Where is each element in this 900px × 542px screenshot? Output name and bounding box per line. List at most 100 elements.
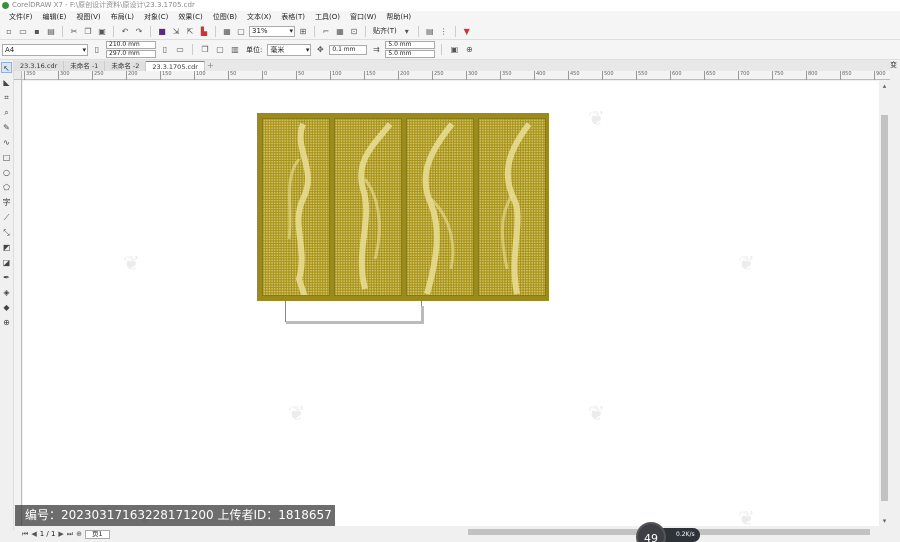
all-pages-icon[interactable]: ❐ [199,44,211,56]
print-icon[interactable]: ▤ [45,25,57,37]
launch-icon[interactable]: ▼ [461,25,473,37]
nudge-distance-field[interactable]: 0.1 mm [329,44,368,55]
drop-shadow-icon[interactable]: ◩ [1,242,12,253]
parallel-dimension-icon[interactable]: ⟋ [1,212,12,223]
freehand-tool-icon[interactable]: ✎ [1,122,12,133]
add-page-icon[interactable]: ⊕ [463,44,475,56]
cut-icon[interactable]: ✂ [68,25,80,37]
full-screen-icon[interactable]: ⊞ [297,25,309,37]
page-tab[interactable]: 页1 [85,529,110,539]
vertical-scroll-thumb[interactable] [881,115,888,501]
screen-panel-2[interactable] [334,118,402,296]
drawing-canvas[interactable]: ❦ ❦ ❦ ❦ ❦ ❦ ❦ ❦ [23,81,879,526]
connector-tool-icon[interactable]: ⤡ [1,227,12,238]
units-select[interactable]: 毫米 [267,43,312,56]
screen-panel-3[interactable] [406,118,474,296]
last-page-icon[interactable]: ⏭ [67,530,73,539]
upload-watermark: 编号：20230317163228171200 上传者ID：1818657 [15,505,335,526]
rectangle-tool-icon[interactable]: □ [1,152,12,163]
polygon-tool-icon[interactable]: ⬠ [1,182,12,193]
screen-panel-1[interactable] [262,118,330,296]
portrait-icon[interactable]: ▯ [159,44,171,56]
welcome-screen-icon[interactable]: ▢ [235,25,247,37]
add-tool-icon[interactable]: ⊕ [1,317,12,328]
options-icon[interactable]: ▤ [424,25,436,37]
vertical-scrollbar[interactable]: ▴ ▾ [879,81,890,526]
page-height-field[interactable]: 297.0 mm [106,50,156,58]
add-tab-icon[interactable]: + [205,61,216,71]
tab-document-1[interactable]: 23.3.16.cdr [14,61,65,71]
pick-tool-icon[interactable]: ↖ [1,62,12,73]
snap-to-menu[interactable]: 贴齐(T) [371,26,399,36]
crop-tool-icon[interactable]: ⌗ [1,92,12,103]
zoom-tool-icon[interactable]: ⌕ [1,107,12,118]
ruler-tick: 100 [194,71,206,80]
ellipse-tool-icon[interactable]: ○ [1,167,12,178]
menu-effects[interactable]: 效果(C) [173,11,207,23]
landscape-icon[interactable]: ▭ [174,44,186,56]
menu-table[interactable]: 表格(T) [276,11,310,23]
screen-panel-4[interactable] [478,118,546,296]
import-icon[interactable]: ⇲ [170,25,182,37]
tab-document-active[interactable]: 23.3.1705.cdr [146,61,205,71]
new-document-icon[interactable]: ▫ [3,25,15,37]
menu-file[interactable]: 文件(F) [4,11,38,23]
transparency-tool-icon[interactable]: ◪ [1,257,12,268]
show-guidelines-icon[interactable]: ⊡ [348,25,360,37]
tab-document-3[interactable]: 未命名 -2 [105,61,147,71]
ruler-origin[interactable] [14,71,22,80]
save-icon[interactable]: ▪ [31,25,43,37]
menu-help[interactable]: 帮助(H) [381,11,416,23]
previous-page-icon[interactable]: ◀ [31,530,36,538]
docker-tab[interactable]: 变 [890,60,900,70]
copy-icon[interactable]: ❐ [82,25,94,37]
menu-tools[interactable]: 工具(O) [310,11,345,23]
menu-edit[interactable]: 编辑(E) [38,11,72,23]
search-content-icon[interactable]: ■ [156,25,168,37]
duplicate-y-field[interactable]: 5.0 mm [385,50,436,58]
perforated-screen-design[interactable] [257,113,549,301]
menu-object[interactable]: 对象(C) [139,11,173,23]
menu-layout[interactable]: 布局(L) [106,11,139,23]
smart-fill-icon[interactable]: ◆ [1,302,12,313]
align-icon[interactable]: ⋮ [438,25,450,37]
undo-icon[interactable]: ↶ [119,25,131,37]
zoom-level-select[interactable]: 31% [249,25,295,37]
publish-pdf-icon[interactable]: ▙ [198,25,210,37]
open-folder-icon[interactable]: ▭ [17,25,29,37]
show-grid-icon[interactable]: ▦ [334,25,346,37]
ruler-tick: 650 [704,71,716,80]
scroll-up-icon[interactable]: ▴ [879,81,890,91]
vertical-ruler[interactable] [14,80,22,526]
horizontal-ruler[interactable]: 350 300 250 200 150 100 50 0 50 100 150 … [22,71,890,80]
page-width-field[interactable]: 210.0 mm [106,41,156,49]
menu-text[interactable]: 文本(X) [242,11,276,23]
shape-tool-icon[interactable]: ◣ [1,77,12,88]
show-rulers-icon[interactable]: ⌐ [320,25,332,37]
menu-window[interactable]: 窗口(W) [345,11,381,23]
ruler-tick: 500 [602,71,614,80]
redo-icon[interactable]: ↷ [133,25,145,37]
page-size-select[interactable]: A4 [2,43,88,56]
menu-bitmaps[interactable]: 位图(B) [208,11,242,23]
paste-icon[interactable]: ▣ [96,25,108,37]
page-layout-icon[interactable]: ▥ [229,44,241,56]
add-page-icon[interactable]: ⊕ [76,530,82,538]
page-color-icon[interactable]: ▣ [448,44,460,56]
scroll-down-icon[interactable]: ▾ [879,516,890,526]
text-tool-icon[interactable]: 字 [1,197,12,208]
ruler-tick: 150 [160,71,172,80]
app-launcher-icon[interactable]: ▦ [221,25,233,37]
snap-dropdown-icon[interactable]: ▾ [401,25,413,37]
tab-document-2[interactable]: 未命名 -1 [64,61,106,71]
current-page-icon[interactable]: ▢ [214,44,226,56]
next-page-icon[interactable]: ▶ [58,530,63,538]
export-icon[interactable]: ⇱ [184,25,196,37]
menu-view[interactable]: 视图(V) [71,11,105,23]
color-eyedropper-icon[interactable]: ✒ [1,272,12,283]
first-page-icon[interactable]: ⏮ [22,530,28,539]
duplicate-x-field[interactable]: 5.0 mm [385,41,436,49]
interactive-fill-icon[interactable]: ◈ [1,287,12,298]
artistic-media-icon[interactable]: ∿ [1,137,12,148]
document-tabs: 23.3.16.cdr 未命名 -1 未命名 -2 23.3.1705.cdr … [14,60,890,71]
